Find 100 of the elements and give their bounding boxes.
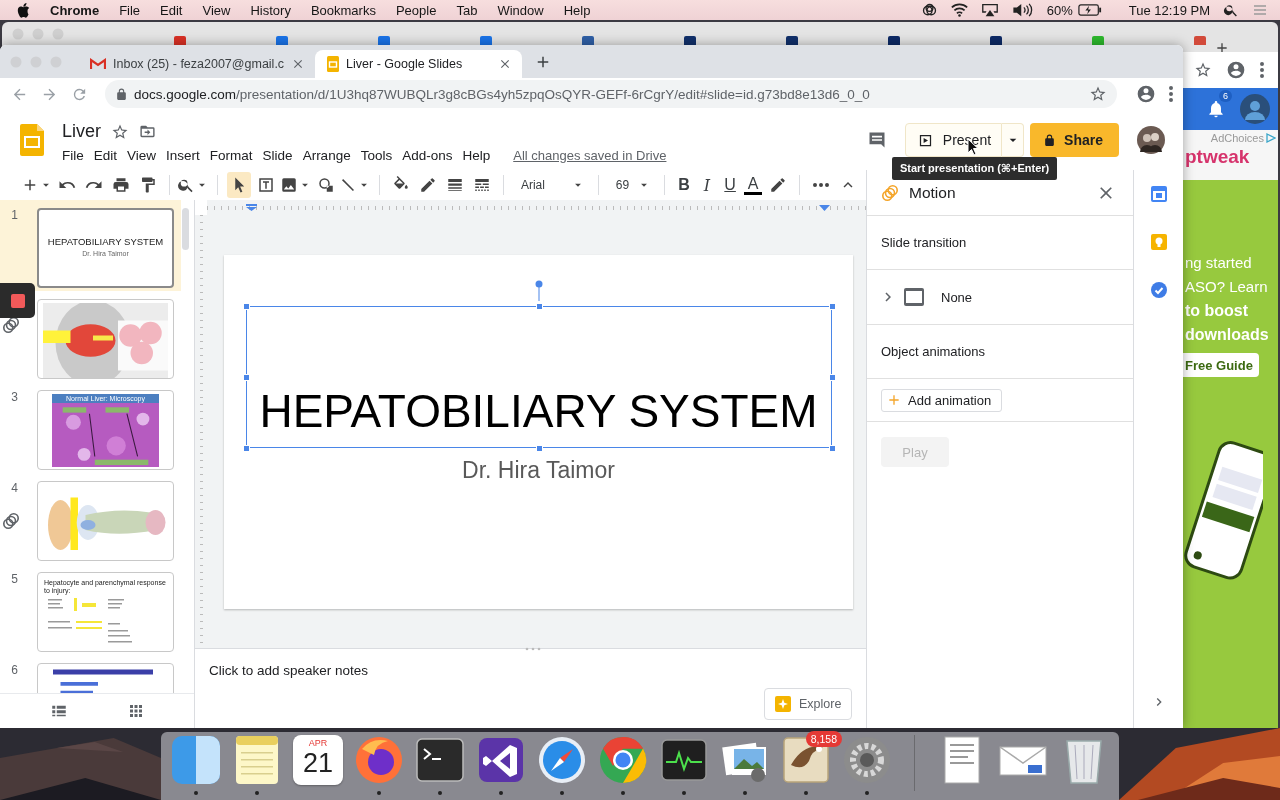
logo-icon (17, 2, 30, 18)
terminal-icon[interactable] (415, 735, 465, 785)
two-tone-square-icon[interactable] (171, 735, 221, 785)
app-menu[interactable]: Chrome (50, 2, 100, 18)
resize-handle[interactable] (242, 374, 250, 381)
menu-item[interactable]: Help (457, 148, 496, 163)
menu-item[interactable]: Window (497, 2, 544, 18)
account-icon[interactable] (1226, 60, 1246, 80)
notification-badge: 6 (1219, 90, 1232, 102)
check-circle-icon[interactable] (1150, 282, 1167, 298)
scrollbar[interactable] (182, 208, 189, 250)
selection-frame[interactable] (245, 306, 832, 448)
ad-text: to boost (1185, 301, 1250, 320)
slide-canvas[interactable]: HEPATOBILIARY SYSTEM Dr. Hira Taimor (224, 255, 853, 609)
globe-icon[interactable] (354, 735, 404, 785)
indent-marker (819, 205, 830, 211)
wifi-icon[interactable] (950, 3, 968, 17)
share-button[interactable]: Share (1030, 123, 1119, 157)
airplay-icon[interactable] (980, 3, 999, 17)
browser-tab[interactable]: Inbox (25) - feza2007@gmail.c (78, 50, 316, 78)
menu-item[interactable]: Edit (88, 148, 123, 163)
play-icon (917, 132, 933, 148)
slide-row[interactable]: 6 (0, 655, 181, 693)
menu-item[interactable]: Tab (456, 2, 478, 18)
document-title[interactable]: Liver (62, 121, 101, 142)
star-icon[interactable] (1089, 85, 1107, 103)
menu-item[interactable]: Arrange (297, 148, 356, 163)
bold-button[interactable]: B (673, 172, 694, 198)
ad-text: ng started (1185, 253, 1253, 272)
menu-item[interactable]: File (62, 148, 89, 163)
ribbon-icon[interactable] (476, 735, 526, 785)
resize-handle[interactable] (535, 303, 543, 310)
resize-grip[interactable] (525, 646, 541, 652)
menu-item[interactable]: Insert (161, 148, 205, 163)
slide-title[interactable]: HEPATOBILIARY SYSTEM (259, 384, 818, 438)
menu-item[interactable]: Edit (160, 2, 183, 18)
star-icon[interactable] (1194, 61, 1212, 79)
tricolor-circle-icon[interactable] (598, 735, 648, 785)
rotate-handle[interactable] (534, 280, 543, 301)
bell-icon[interactable] (1206, 99, 1226, 119)
compass-icon[interactable] (537, 735, 587, 785)
resize-handle[interactable] (828, 303, 836, 310)
volume-icon[interactable] (1011, 3, 1034, 17)
text-color-button[interactable]: A (743, 172, 764, 198)
font-dropdown[interactable]: Arial (512, 172, 590, 198)
image-icon (279, 176, 298, 194)
play-icon[interactable] (1266, 133, 1276, 143)
folder-icon[interactable] (139, 123, 156, 140)
stop-button[interactable] (0, 283, 35, 318)
more-icon[interactable] (1169, 86, 1173, 102)
menu-item[interactable]: Tools (355, 148, 398, 163)
more-icon[interactable] (1260, 62, 1264, 78)
save-status-link[interactable]: All changes saved in Drive (513, 148, 667, 163)
menu-item[interactable]: Format (204, 148, 258, 163)
panel-title: Motion (909, 183, 957, 202)
calendar-icon[interactable] (1150, 186, 1167, 202)
add-animation-button[interactable]: Add animation (881, 388, 1003, 412)
slide-row[interactable]: 4 (0, 473, 181, 564)
advertisement[interactable]: AdChoices ptweak ng started ASO? Learn to boost downloads Free Guide (1183, 130, 1278, 728)
clock[interactable]: Tue 12:19 PM (1128, 2, 1210, 18)
pen-icon (769, 176, 788, 194)
notification-badge: 8,158 (805, 731, 842, 747)
section-heading: Object animations (881, 344, 986, 359)
resize-handle[interactable] (828, 445, 836, 452)
present-button[interactable]: Present (904, 123, 1003, 157)
thumbnail-title: HEPATOBILIARY SYSTEM (46, 236, 165, 247)
select-tool[interactable] (226, 172, 251, 198)
transition-name[interactable]: None (941, 289, 973, 305)
account-icon[interactable] (1136, 84, 1156, 104)
slide-number: 4 (11, 481, 18, 495)
speaker-notes-field[interactable]: Click to add speaker notes (209, 659, 509, 681)
slide-number: 1 (11, 208, 18, 222)
menu-item[interactable]: History (250, 2, 291, 18)
menu-item[interactable]: View (122, 148, 162, 163)
resize-handle[interactable] (535, 445, 543, 452)
menu-item[interactable]: View (202, 2, 231, 18)
slide-subtitle[interactable]: Dr. Hira Taimor (462, 457, 615, 484)
more-icon (813, 183, 829, 187)
italic-button[interactable]: I (697, 172, 718, 198)
menu-item[interactable]: Slide (257, 148, 298, 163)
resize-handle[interactable] (242, 303, 250, 310)
browser-tab[interactable]: Liver - Google Slides (315, 50, 523, 78)
explore-button[interactable]: Explore (764, 688, 852, 720)
shape-icon (316, 176, 335, 194)
resize-handle[interactable] (828, 374, 836, 381)
menu-item[interactable]: Help (563, 2, 591, 18)
menu-item[interactable]: People (395, 2, 437, 18)
font-size-dropdown[interactable]: 69 (607, 172, 656, 198)
search-icon[interactable] (1223, 2, 1239, 18)
avatar[interactable] (1137, 126, 1165, 154)
free-guide-button[interactable]: Free Guide (1183, 353, 1259, 377)
address-bar[interactable]: docs.google.com/presentation/d/1U3hq87WUBQLr3g8cBGs4yh5zpqOsQYR-GEFf-6rCgrY/edit#slide=id.g73bd8e13d6_0_0 (105, 80, 1117, 108)
menu-item[interactable]: Add-ons (397, 148, 458, 163)
resize-handle[interactable] (242, 445, 250, 452)
menu-item[interactable]: Bookmarks (310, 2, 376, 18)
slide-icon[interactable] (903, 287, 925, 307)
battery-icon[interactable] (1077, 4, 1102, 16)
calendar-icon[interactable]: APR 21 (293, 735, 343, 785)
underline-button[interactable]: U (720, 172, 741, 198)
menu-item[interactable]: File (119, 2, 141, 18)
